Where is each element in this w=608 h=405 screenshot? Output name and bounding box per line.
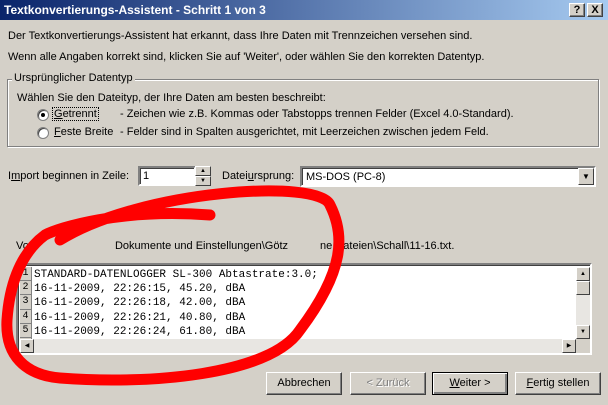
annotation-stroke [1,185,345,386]
red-annotation-scribble [1,185,345,386]
